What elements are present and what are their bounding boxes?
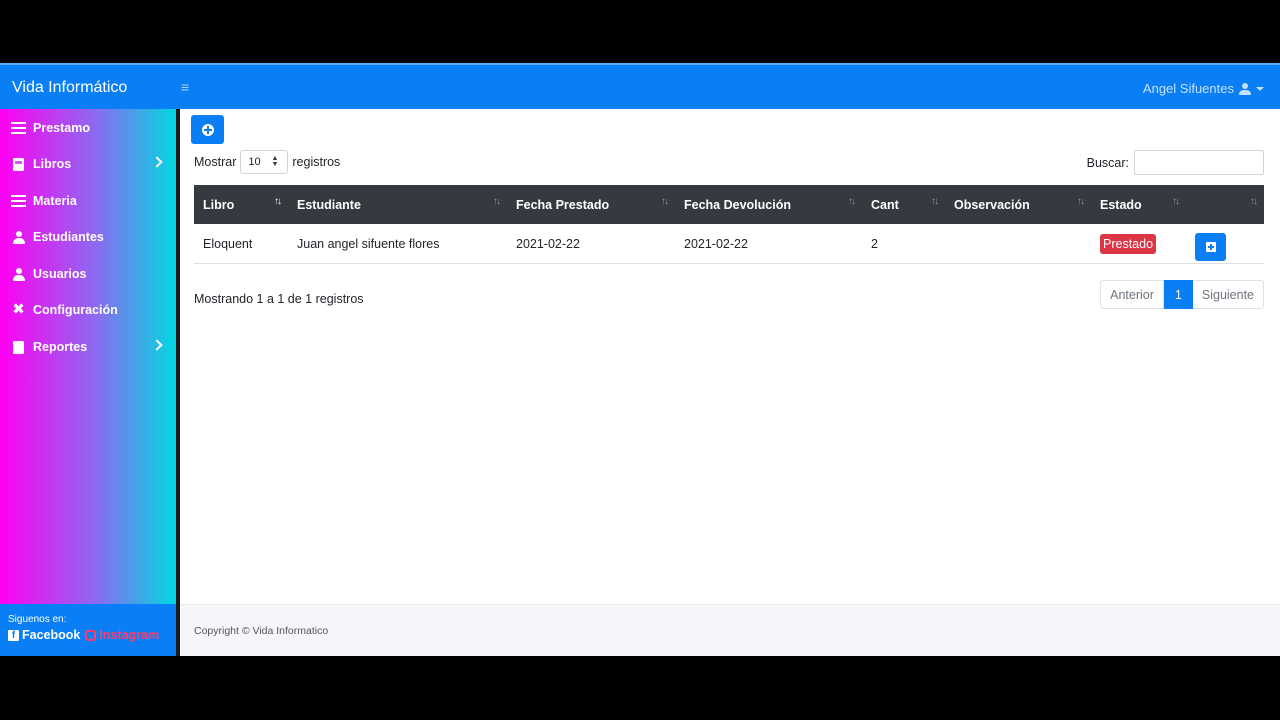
sidebar-item-label: Configuración [33, 303, 118, 317]
top-navbar: Vida Informático ≡ Angel Sifuentes [0, 63, 1280, 109]
pagination-next[interactable]: Siguiente [1192, 280, 1264, 309]
cell-cant: 2 [871, 237, 878, 251]
facebook-icon: f [8, 629, 19, 641]
hamburger-icon[interactable]: ≡ [181, 79, 189, 95]
sort-icon: ↑↓ [1172, 196, 1180, 207]
tools-icon: ✖ [12, 301, 25, 318]
column-header-label: Observación [954, 197, 1030, 212]
column-header-label: Estudiante [297, 197, 361, 212]
sidebar-item-label: Prestamo [33, 121, 90, 135]
sort-icon: ↑↓ [1077, 196, 1085, 207]
table-row: Eloquent Juan angel sifuente flores 2021… [194, 224, 1264, 264]
sidebar-item-label: Reportes [33, 340, 88, 354]
page-length-select[interactable]: 10 ▲ ▼ [240, 150, 289, 174]
sidebar-item-configuracion[interactable]: ✖ Configuración [0, 292, 176, 328]
sort-icon: ↑↓ [661, 196, 669, 207]
sidebar-item-libros[interactable]: Libros [0, 146, 176, 182]
list-icon [11, 194, 26, 208]
sort-icon: ↑↓ [848, 196, 856, 207]
column-header-label: Cant [871, 197, 899, 212]
chevron-right-icon [151, 339, 163, 351]
cell-actions [1186, 224, 1264, 264]
follow-us-label: Siguenos en: [8, 614, 67, 625]
column-header-observacion[interactable]: Observación ↑↓ [945, 185, 1091, 224]
sort-icon: ↑↓ [1250, 196, 1258, 207]
student-icon [11, 230, 26, 244]
cell-estudiante: Juan angel sifuente flores [297, 237, 440, 251]
loans-table: Libro ↑↓ Estudiante ↑↓ Fecha Prestado ↑↓… [194, 185, 1264, 264]
sidebar-item-label: Materia [33, 194, 77, 208]
column-header-actions[interactable]: ↑↓ [1186, 185, 1264, 224]
column-header-label: Estado [1100, 197, 1142, 212]
user-icon [11, 267, 26, 281]
column-header-fecha-prestado[interactable]: Fecha Prestado ↑↓ [507, 185, 675, 224]
select-arrows-icon: ▲ ▼ [271, 155, 279, 168]
instagram-label: Instagram [99, 628, 160, 642]
cell-libro: Eloquent [203, 237, 253, 251]
column-header-estudiante[interactable]: Estudiante ↑↓ [288, 185, 507, 224]
facebook-link[interactable]: f Facebook [8, 628, 80, 642]
brand-title[interactable]: Vida Informático [12, 79, 127, 97]
letterbox-bottom [0, 656, 1280, 720]
pagination-page-1[interactable]: 1 [1163, 280, 1193, 309]
column-header-libro[interactable]: Libro ↑↓ [194, 185, 288, 224]
table-info: Mostrando 1 a 1 de 1 registros [194, 292, 364, 306]
cell-fecha-devolucion: 2021-02-22 [684, 237, 748, 251]
show-label: Mostrar [194, 155, 237, 169]
instagram-icon [85, 629, 97, 641]
sidebar-item-label: Usuarios [33, 267, 87, 281]
chevron-right-icon [151, 156, 163, 168]
column-header-label: Fecha Devolución [684, 197, 791, 212]
page-length-value: 10 [248, 156, 261, 168]
status-badge: Prestado [1100, 234, 1157, 254]
user-icon [1239, 82, 1251, 95]
instagram-link[interactable]: Instagram [85, 628, 159, 642]
plus-circle-icon [201, 123, 214, 136]
main-content: Mostrar 10 ▲ ▼ registros Buscar: Libro ↑↓… [180, 109, 1280, 604]
user-name: Angel Sifuentes [1142, 81, 1234, 96]
sort-icon: ↑↓ [493, 196, 501, 207]
search-control: Buscar: [1087, 150, 1264, 175]
sidebar-item-label: Estudiantes [33, 230, 104, 244]
add-loan-button[interactable] [191, 115, 224, 144]
sidebar-item-materia[interactable]: Materia [0, 183, 176, 219]
sort-icon: ↑↓ [274, 196, 282, 207]
cell-observacion [945, 224, 1091, 264]
sidebar-item-label: Libros [33, 157, 72, 171]
social-links: f Facebook Instagram [8, 628, 168, 642]
column-header-cant[interactable]: Cant ↑↓ [862, 185, 945, 224]
table-header: Libro ↑↓ Estudiante ↑↓ Fecha Prestado ↑↓… [194, 185, 1264, 224]
pdf-icon [11, 340, 26, 354]
records-label: registros [292, 155, 341, 169]
sidebar-footer: Siguenos en: f Facebook Instagram [0, 604, 176, 656]
sidebar-item-reportes[interactable]: Reportes [0, 329, 176, 365]
cell-estado: Prestado [1091, 224, 1186, 264]
page-length-control: Mostrar 10 ▲ ▼ registros [194, 150, 340, 174]
caret-down-icon [1256, 86, 1264, 91]
return-loan-button[interactable] [1195, 233, 1226, 261]
pagination: Anterior 1 Siguiente [1100, 280, 1264, 309]
book-icon [11, 157, 26, 171]
sidebar: Prestamo Libros Materia Estudiantes Usua… [0, 109, 176, 656]
column-header-fecha-devolucion[interactable]: Fecha Devolución ↑↓ [675, 185, 862, 224]
sort-icon: ↑↓ [931, 196, 939, 207]
copyright-text: Copyright © Vida Informatico [194, 625, 329, 637]
plus-square-icon [1205, 242, 1216, 252]
user-menu[interactable]: Angel Sifuentes [1143, 81, 1264, 96]
sidebar-item-estudiantes[interactable]: Estudiantes [0, 219, 176, 255]
facebook-label: Facebook [22, 628, 81, 642]
search-label: Buscar: [1086, 155, 1129, 170]
pagination-previous[interactable]: Anterior [1100, 280, 1164, 309]
column-header-label: Libro [203, 197, 235, 212]
cell-fecha-prestado: 2021-02-22 [516, 237, 580, 251]
column-header-estado[interactable]: Estado ↑↓ [1091, 185, 1186, 224]
app-window: Vida Informático ≡ Angel Sifuentes Prest… [0, 63, 1280, 656]
page-footer: Copyright © Vida Informatico [180, 604, 1280, 656]
search-input[interactable] [1134, 150, 1264, 175]
sidebar-item-prestamo[interactable]: Prestamo [0, 110, 176, 146]
list-check-icon [11, 121, 26, 135]
column-header-label: Fecha Prestado [516, 197, 610, 212]
sidebar-item-usuarios[interactable]: Usuarios [0, 256, 176, 292]
letterbox-top [0, 0, 1280, 63]
